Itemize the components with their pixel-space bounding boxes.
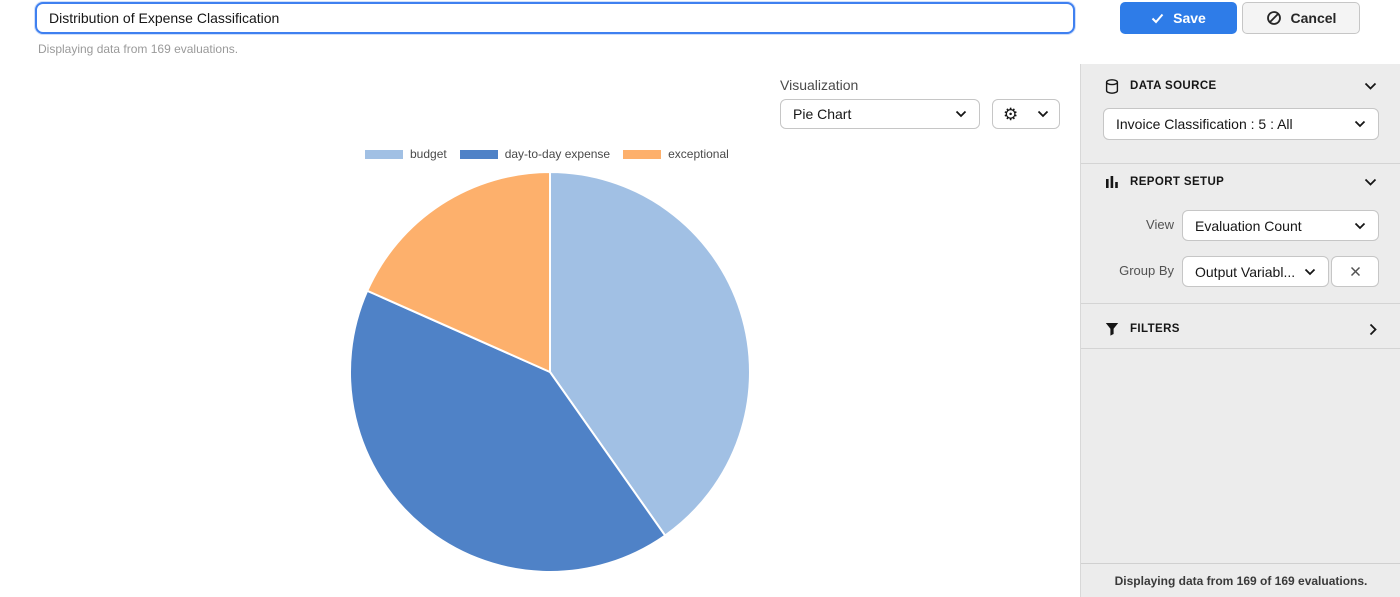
cancel-button-label: Cancel — [1291, 10, 1337, 26]
clear-group-by-button[interactable] — [1331, 256, 1379, 287]
data-source-section-header[interactable]: DATA SOURCE — [1081, 74, 1400, 98]
filter-funnel-icon — [1105, 322, 1119, 336]
save-button-label: Save — [1173, 10, 1206, 26]
chevron-down-icon — [1354, 120, 1366, 128]
filters-section-header[interactable]: FILTERS — [1081, 315, 1400, 343]
database-icon — [1105, 79, 1119, 94]
visualization-label: Visualization — [780, 77, 858, 93]
close-icon — [1350, 266, 1361, 277]
filters-section-title: FILTERS — [1130, 323, 1369, 335]
legend-item-exceptional[interactable]: exceptional — [623, 147, 729, 161]
section-divider — [1081, 303, 1400, 304]
cancel-button[interactable]: Cancel — [1242, 2, 1360, 34]
data-source-select[interactable]: Invoice Classification : 5 : All — [1103, 108, 1379, 140]
report-editor-page: Displaying data from 169 evaluations. Sa… — [0, 0, 1400, 597]
legend-label: budget — [410, 147, 447, 161]
evaluation-count-subtitle: Displaying data from 169 evaluations. — [38, 42, 238, 56]
report-setup-section-header[interactable]: REPORT SETUP — [1081, 170, 1400, 194]
save-button[interactable]: Save — [1120, 2, 1237, 34]
view-field-label: View — [1081, 217, 1174, 232]
visualization-select-value: Pie Chart — [793, 106, 955, 122]
legend-swatch — [365, 150, 403, 159]
legend-swatch — [460, 150, 498, 159]
chart-canvas-area: Visualization Pie Chart ⚙ budget day-to-d… — [0, 64, 1080, 597]
gear-icon: ⚙ — [1003, 106, 1018, 123]
section-divider — [1081, 348, 1400, 349]
data-source-section-title: DATA SOURCE — [1130, 80, 1364, 92]
legend-swatch — [623, 150, 661, 159]
header-bar: Displaying data from 169 evaluations. Sa… — [0, 0, 1400, 64]
data-source-select-value: Invoice Classification : 5 : All — [1116, 116, 1354, 132]
bar-chart-icon — [1105, 175, 1119, 189]
chart-legend: budget day-to-day expense exceptional — [365, 147, 729, 161]
chevron-down-icon — [955, 110, 967, 118]
cancel-slash-circle-icon — [1266, 10, 1282, 26]
chevron-down-icon — [1304, 268, 1316, 276]
group-by-field-label: Group By — [1081, 263, 1174, 278]
legend-label: exceptional — [668, 147, 729, 161]
legend-item-day-to-day-expense[interactable]: day-to-day expense — [460, 147, 610, 161]
view-select-value: Evaluation Count — [1195, 218, 1354, 234]
chevron-down-icon — [1037, 110, 1049, 118]
sidebar-footer: Displaying data from 169 of 169 evaluati… — [1081, 563, 1400, 597]
legend-label: day-to-day expense — [505, 147, 610, 161]
report-title-input[interactable] — [35, 2, 1075, 34]
view-select[interactable]: Evaluation Count — [1182, 210, 1379, 241]
chevron-right-icon — [1369, 323, 1377, 336]
pie-chart — [348, 170, 752, 574]
checkmark-icon — [1151, 13, 1164, 24]
chart-settings-dropdown[interactable]: ⚙ — [992, 99, 1060, 129]
report-setup-section-title: REPORT SETUP — [1130, 176, 1364, 188]
legend-item-budget[interactable]: budget — [365, 147, 447, 161]
group-by-select-value: Output Variabl... — [1195, 264, 1304, 280]
pie-chart-container — [348, 170, 752, 574]
sidebar-footer-status: Displaying data from 169 of 169 evaluati… — [1115, 574, 1368, 588]
chevron-down-icon — [1364, 82, 1377, 90]
visualization-select[interactable]: Pie Chart — [780, 99, 980, 129]
group-by-select[interactable]: Output Variabl... — [1182, 256, 1329, 287]
chevron-down-icon — [1364, 178, 1377, 186]
section-divider — [1081, 163, 1400, 164]
report-config-sidebar: DATA SOURCE Invoice Classification : 5 :… — [1080, 64, 1400, 597]
chevron-down-icon — [1354, 222, 1366, 230]
